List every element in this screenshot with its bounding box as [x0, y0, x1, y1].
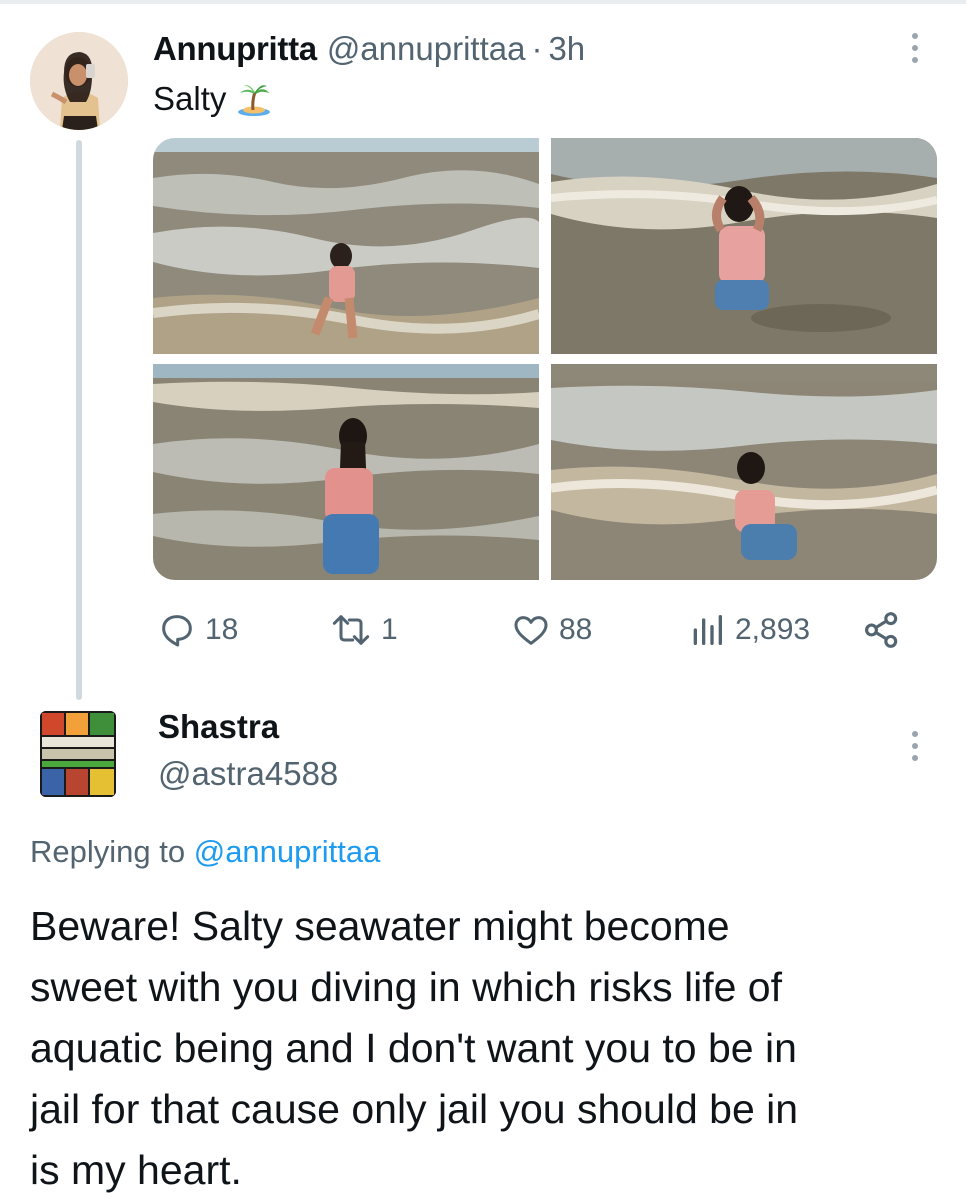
views-icon [693, 615, 722, 645]
reply-text: Beware! Salty seawater might become swee… [30, 896, 930, 1200]
photo-2-image [551, 138, 937, 354]
media-grid [153, 138, 937, 580]
tweet-text: Salty [153, 80, 272, 118]
reply-text-line: jail for that cause only jail you should… [30, 1086, 799, 1132]
like-icon [514, 616, 548, 645]
retweet-button[interactable]: 1 [329, 600, 398, 660]
share-icon [865, 612, 898, 648]
reply-button[interactable]: 18 [157, 600, 238, 660]
like-button[interactable]: 88 [511, 600, 592, 660]
reply-text-line: sweet with you diving in which risks lif… [30, 964, 782, 1010]
photo-4-image [551, 364, 937, 580]
tweet-photo-4[interactable] [551, 364, 937, 580]
author-handle[interactable]: @annuprittaa [327, 30, 526, 68]
reply-more-icon[interactable] [900, 726, 930, 766]
view-count: 2,893 [735, 613, 811, 646]
retweet-count: 1 [381, 613, 398, 646]
tweet-photo-2[interactable] [551, 138, 937, 354]
retweet-icon [332, 615, 370, 645]
tweet-text-content: Salty [153, 80, 227, 117]
island-emoji [238, 84, 271, 116]
reply-icon [162, 615, 192, 647]
avatar-photo [30, 32, 128, 130]
more-icon[interactable] [900, 28, 930, 68]
thread-connector [76, 140, 82, 700]
tweet-header: Annupritta @annuprittaa · 3h [153, 30, 585, 76]
share-button[interactable] [861, 600, 903, 660]
tweet-photo-3[interactable] [153, 364, 539, 580]
reply-author-handle[interactable]: @astra4588 [158, 755, 338, 793]
tweet-timestamp[interactable]: 3h [548, 30, 585, 68]
tweet-actions: 18 1 88 2,893 [153, 600, 933, 660]
reply-text-line: Beware! Salty seawater might become [30, 903, 730, 949]
like-count: 88 [559, 613, 593, 646]
author-display-name[interactable]: Annupritta [153, 30, 317, 68]
author-avatar[interactable] [30, 32, 128, 130]
replying-to-mention[interactable]: @annuprittaa [194, 834, 381, 869]
replying-to-prefix: Replying to [30, 834, 194, 869]
reply-text-line: is my heart. [30, 1147, 242, 1193]
photo-1-image [153, 138, 539, 354]
reply-author-avatar[interactable] [40, 711, 116, 797]
reply-count: 18 [205, 613, 239, 646]
reply-avatar-image [40, 711, 116, 797]
reply-text-line: aquatic being and I don't want you to be… [30, 1025, 797, 1071]
header-separator: · [531, 30, 543, 67]
replying-to-line: Replying to @annuprittaa [30, 834, 380, 870]
reply-author-name[interactable]: Shastra [158, 708, 279, 746]
views-button[interactable]: 2,893 [687, 600, 810, 660]
tweet-photo-1[interactable] [153, 138, 539, 354]
top-divider [0, 0, 966, 4]
photo-3-image [153, 364, 539, 580]
